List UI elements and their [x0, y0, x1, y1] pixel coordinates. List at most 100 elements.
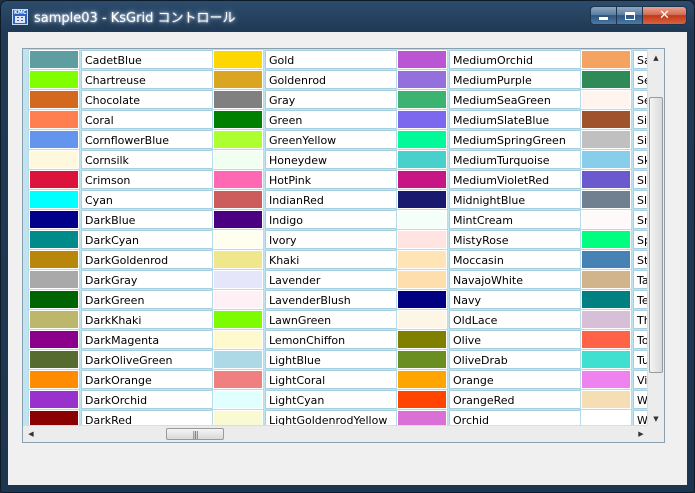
- vertical-scroll-thumb[interactable]: [649, 97, 663, 373]
- color-name-cell[interactable]: DarkGray: [81, 270, 213, 289]
- color-name-cell[interactable]: DarkOrange: [81, 370, 213, 389]
- horizontal-scroll-thumb[interactable]: |||: [166, 428, 224, 440]
- color-name-cell[interactable]: DarkOliveGreen: [81, 350, 213, 369]
- color-swatch[interactable]: [396, 229, 448, 250]
- color-name-cell[interactable]: OliveDrab: [449, 350, 581, 369]
- color-name-cell[interactable]: MidnightBlue: [449, 190, 581, 209]
- color-swatch[interactable]: [28, 269, 80, 290]
- color-name-cell[interactable]: MediumTurquoise: [449, 150, 581, 169]
- color-name-cell[interactable]: Gray: [265, 90, 397, 109]
- color-swatch[interactable]: [212, 289, 264, 310]
- color-name-cell[interactable]: Orange: [449, 370, 581, 389]
- color-name-cell[interactable]: Crimson: [81, 170, 213, 189]
- color-name-cell[interactable]: DarkGreen: [81, 290, 213, 309]
- color-swatch[interactable]: [396, 49, 448, 70]
- color-name-cell[interactable]: MediumSpringGreen: [449, 130, 581, 149]
- color-swatch[interactable]: [580, 169, 632, 190]
- color-swatch[interactable]: [28, 329, 80, 350]
- color-name-cell[interactable]: DarkGoldenrod: [81, 250, 213, 269]
- color-swatch[interactable]: [396, 349, 448, 370]
- color-swatch[interactable]: [28, 229, 80, 250]
- color-swatch[interactable]: [580, 49, 632, 70]
- color-name-cell[interactable]: Green: [265, 110, 397, 129]
- color-swatch[interactable]: [212, 169, 264, 190]
- color-swatch[interactable]: [580, 129, 632, 150]
- color-name-cell[interactable]: DarkBlue: [81, 210, 213, 229]
- color-swatch[interactable]: [212, 349, 264, 370]
- scroll-up-icon[interactable]: ▲: [648, 49, 664, 66]
- color-name-cell[interactable]: DarkCyan: [81, 230, 213, 249]
- color-swatch[interactable]: [396, 289, 448, 310]
- color-name-cell[interactable]: LawnGreen: [265, 310, 397, 329]
- color-swatch[interactable]: [580, 209, 632, 230]
- color-swatch[interactable]: [212, 149, 264, 170]
- color-swatch[interactable]: [212, 109, 264, 130]
- minimize-button[interactable]: [590, 6, 617, 25]
- color-swatch[interactable]: [212, 89, 264, 110]
- color-name-cell[interactable]: IndianRed: [265, 190, 397, 209]
- color-swatch[interactable]: [396, 169, 448, 190]
- color-name-cell[interactable]: Navy: [449, 290, 581, 309]
- color-swatch[interactable]: [580, 249, 632, 270]
- color-swatch[interactable]: [396, 269, 448, 290]
- color-name-cell[interactable]: Indigo: [265, 210, 397, 229]
- color-name-cell[interactable]: Lavender: [265, 270, 397, 289]
- color-name-cell[interactable]: DarkOrchid: [81, 390, 213, 409]
- color-swatch[interactable]: [396, 89, 448, 110]
- color-name-cell[interactable]: OldLace: [449, 310, 581, 329]
- color-name-cell[interactable]: LightCyan: [265, 390, 397, 409]
- color-swatch[interactable]: [580, 109, 632, 130]
- color-name-cell[interactable]: Honeydew: [265, 150, 397, 169]
- color-swatch[interactable]: [28, 169, 80, 190]
- color-name-cell[interactable]: DarkMagenta: [81, 330, 213, 349]
- color-name-cell[interactable]: Gold: [265, 50, 397, 69]
- color-name-cell[interactable]: OrangeRed: [449, 390, 581, 409]
- maximize-button[interactable]: [617, 6, 643, 25]
- color-swatch[interactable]: [580, 309, 632, 330]
- color-swatch[interactable]: [396, 129, 448, 150]
- scroll-left-icon[interactable]: ◀: [23, 426, 39, 442]
- color-swatch[interactable]: [28, 289, 80, 310]
- color-name-cell[interactable]: Goldenrod: [265, 70, 397, 89]
- color-swatch[interactable]: [580, 289, 632, 310]
- close-button[interactable]: ✕: [643, 6, 687, 25]
- color-swatch[interactable]: [396, 149, 448, 170]
- color-name-cell[interactable]: Cornsilk: [81, 150, 213, 169]
- color-swatch[interactable]: [212, 129, 264, 150]
- app-icon[interactable]: KMC: [12, 9, 28, 25]
- color-swatch[interactable]: [212, 389, 264, 410]
- color-name-cell[interactable]: MediumOrchid: [449, 50, 581, 69]
- horizontal-scrollbar[interactable]: ◀ ||| ▶: [23, 425, 649, 442]
- color-swatch[interactable]: [28, 49, 80, 70]
- color-swatch[interactable]: [28, 109, 80, 130]
- color-name-cell[interactable]: Coral: [81, 110, 213, 129]
- color-name-cell[interactable]: DarkKhaki: [81, 310, 213, 329]
- color-swatch[interactable]: [28, 389, 80, 410]
- color-name-cell[interactable]: Olive: [449, 330, 581, 349]
- color-swatch[interactable]: [212, 329, 264, 350]
- color-name-cell[interactable]: LightCoral: [265, 370, 397, 389]
- color-name-cell[interactable]: MediumPurple: [449, 70, 581, 89]
- color-swatch[interactable]: [212, 209, 264, 230]
- color-swatch[interactable]: [580, 229, 632, 250]
- vertical-scrollbar[interactable]: ▲ ▼: [647, 49, 664, 427]
- color-name-cell[interactable]: MediumSlateBlue: [449, 110, 581, 129]
- title-bar[interactable]: KMC sample03 - KsGrid コントロール ✕: [0, 0, 695, 32]
- color-swatch[interactable]: [580, 329, 632, 350]
- color-name-cell[interactable]: MistyRose: [449, 230, 581, 249]
- color-swatch[interactable]: [28, 89, 80, 110]
- color-swatch[interactable]: [212, 189, 264, 210]
- color-swatch[interactable]: [580, 69, 632, 90]
- color-swatch[interactable]: [396, 69, 448, 90]
- color-swatch[interactable]: [396, 369, 448, 390]
- color-swatch[interactable]: [28, 369, 80, 390]
- color-name-cell[interactable]: Moccasin: [449, 250, 581, 269]
- color-swatch[interactable]: [212, 69, 264, 90]
- color-swatch[interactable]: [396, 309, 448, 330]
- color-swatch[interactable]: [580, 269, 632, 290]
- grid-cells[interactable]: CadetBlue Chartreuse Chocolate Coral Cornflo…: [23, 49, 649, 427]
- color-name-cell[interactable]: LemonChiffon: [265, 330, 397, 349]
- color-name-cell[interactable]: Chocolate: [81, 90, 213, 109]
- color-name-cell[interactable]: Chartreuse: [81, 70, 213, 89]
- color-swatch[interactable]: [580, 149, 632, 170]
